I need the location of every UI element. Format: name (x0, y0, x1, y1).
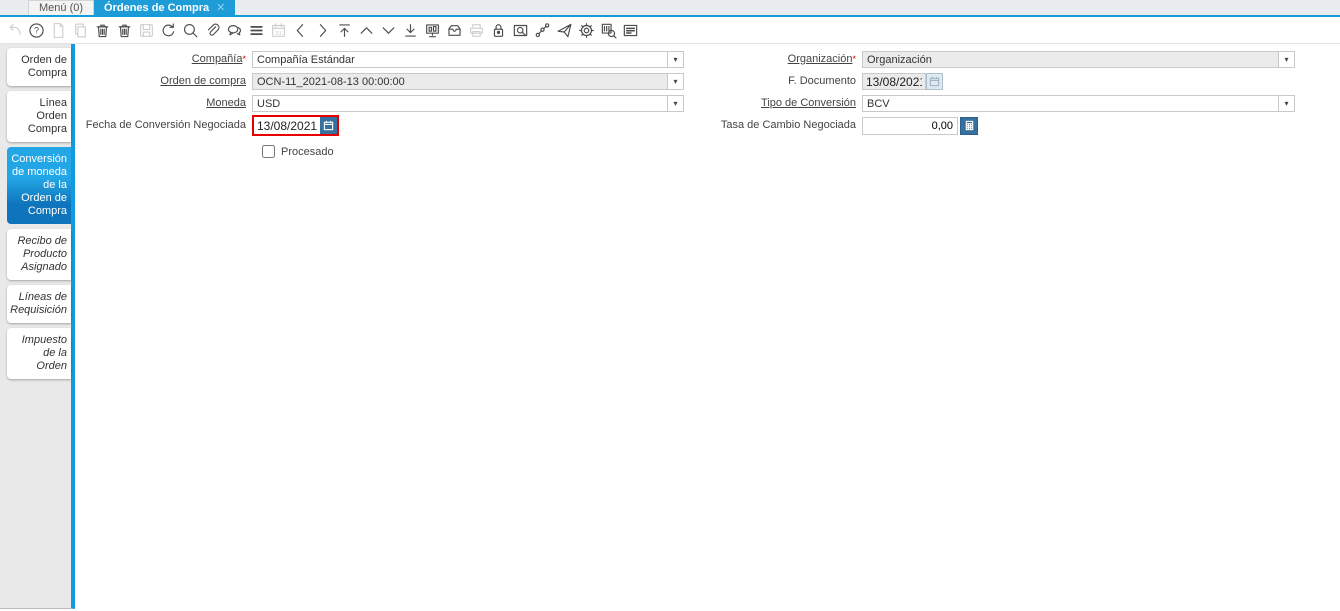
quick-form-icon[interactable] (619, 18, 641, 42)
procesado-label: Procesado (281, 145, 334, 158)
print-icon (465, 18, 487, 42)
moneda-combobox[interactable]: ▾ (252, 95, 684, 112)
sidebar-tab-recibo-de-producto-asignado[interactable]: Recibo de Producto Asignado (7, 229, 71, 280)
close-tab-icon[interactable]: ✕ (216, 1, 225, 14)
save-icon (135, 18, 157, 42)
report-icon[interactable] (421, 18, 443, 42)
orden-de-compra-combobox[interactable]: ▾ (252, 73, 684, 90)
tab-menu-label: Menú (0) (39, 2, 84, 14)
chevron-down-icon[interactable]: ▾ (1278, 52, 1294, 67)
sidebar-tab-linea-orden-compra[interactable]: Línea Orden Compra (7, 91, 71, 142)
window-tab-bar: Menú (0) Órdenes de Compra ✕ (0, 0, 1340, 17)
compania-label: Compañía* (191, 53, 246, 65)
moneda-label: Moneda (206, 97, 246, 109)
highlight-box-fecha-conversion (252, 115, 339, 136)
form-panel: Compañía* ▾ Organización* ▾ Orden de com… (75, 44, 1340, 609)
zoom-across-icon[interactable] (509, 18, 531, 42)
calendar-icon (926, 73, 943, 90)
svg-text:31: 31 (275, 30, 281, 36)
tipo-de-conversion-combobox[interactable]: ▾ (862, 95, 1295, 112)
tipo-de-conversion-label: Tipo de Conversión (761, 97, 856, 109)
undo-icon (3, 18, 25, 42)
svg-text:?: ? (33, 25, 38, 35)
parent-record-icon[interactable] (355, 18, 377, 42)
compania-input[interactable] (253, 52, 667, 67)
tab-menu[interactable]: Menú (0) (28, 0, 95, 15)
tab-ordenes-de-compra-label: Órdenes de Compra (104, 1, 210, 14)
calculator-icon[interactable] (960, 116, 978, 135)
sidebar-tab-lineas-de-requisicion[interactable]: Líneas de Requisición (7, 285, 71, 323)
refresh-icon[interactable] (157, 18, 179, 42)
lock-icon[interactable] (487, 18, 509, 42)
toolbar: ? 31 (0, 17, 1340, 44)
fecha-conversion-negociada-label: Fecha de Conversión Negociada (85, 119, 246, 131)
sidebar: Orden de Compra Línea Orden Compra Convers… (0, 44, 75, 609)
detail-record-icon[interactable] (377, 18, 399, 42)
help-icon[interactable]: ? (25, 18, 47, 42)
first-record-icon[interactable] (333, 18, 355, 42)
product-info-icon[interactable] (597, 18, 619, 42)
requests-icon[interactable] (553, 18, 575, 42)
workflow-icon[interactable] (531, 18, 553, 42)
f-documento-label: F. Documento (788, 75, 856, 87)
orden-de-compra-input[interactable] (253, 74, 667, 89)
delete-record-icon[interactable] (91, 18, 113, 42)
f-documento-input[interactable] (862, 73, 926, 90)
chevron-down-icon[interactable]: ▾ (1278, 96, 1294, 111)
next-record-icon[interactable] (311, 18, 333, 42)
chevron-down-icon[interactable]: ▾ (667, 52, 683, 67)
delete-selection-icon[interactable] (113, 18, 135, 42)
chat-icon[interactable] (223, 18, 245, 42)
find-icon[interactable] (179, 18, 201, 42)
archive-icon[interactable] (443, 18, 465, 42)
tasa-cambio-negociada-numfield (862, 116, 978, 135)
tab-ordenes-de-compra[interactable]: Órdenes de Compra ✕ (94, 0, 236, 15)
procesado-row: Procesado (262, 144, 684, 159)
chevron-down-icon[interactable]: ▾ (667, 74, 683, 89)
new-record-icon (47, 18, 69, 42)
organizacion-input[interactable] (863, 52, 1278, 67)
calendar-icon: 31 (267, 18, 289, 42)
grid-toggle-icon[interactable] (245, 18, 267, 42)
moneda-input[interactable] (253, 96, 667, 111)
previous-record-icon[interactable] (289, 18, 311, 42)
required-marker: * (242, 54, 246, 64)
fecha-conversion-negociada-datefield (254, 117, 337, 134)
content-area: Orden de Compra Línea Orden Compra Convers… (0, 44, 1340, 609)
organizacion-label: Organización* (787, 53, 856, 65)
compania-combobox[interactable]: ▾ (252, 51, 684, 68)
preferences-icon[interactable] (575, 18, 597, 42)
procesado-checkbox[interactable] (262, 145, 275, 158)
tipo-de-conversion-input[interactable] (863, 96, 1278, 111)
last-record-icon[interactable] (399, 18, 421, 42)
f-documento-datefield (862, 73, 943, 90)
orden-de-compra-label: Orden de compra (160, 75, 246, 87)
tasa-cambio-negociada-label: Tasa de Cambio Negociada (720, 119, 856, 131)
sidebar-tab-conversion-de-moneda[interactable]: Conversión de moneda de la Orden de Comp… (7, 147, 71, 224)
copy-record-icon (69, 18, 91, 42)
calendar-icon[interactable] (320, 117, 337, 134)
attachment-icon[interactable] (201, 18, 223, 42)
form-grid: Compañía* ▾ Organización* ▾ Orden de com… (75, 50, 1340, 159)
chevron-down-icon[interactable]: ▾ (667, 96, 683, 111)
fecha-conversion-negociada-input[interactable] (254, 117, 320, 134)
organizacion-combobox[interactable]: ▾ (862, 51, 1295, 68)
sidebar-tab-impuesto-de-la-orden[interactable]: Impuesto de la Orden (7, 328, 71, 379)
sidebar-tab-orden-de-compra[interactable]: Orden de Compra (7, 48, 71, 86)
required-marker: * (852, 54, 856, 64)
tasa-cambio-negociada-input[interactable] (862, 116, 958, 135)
